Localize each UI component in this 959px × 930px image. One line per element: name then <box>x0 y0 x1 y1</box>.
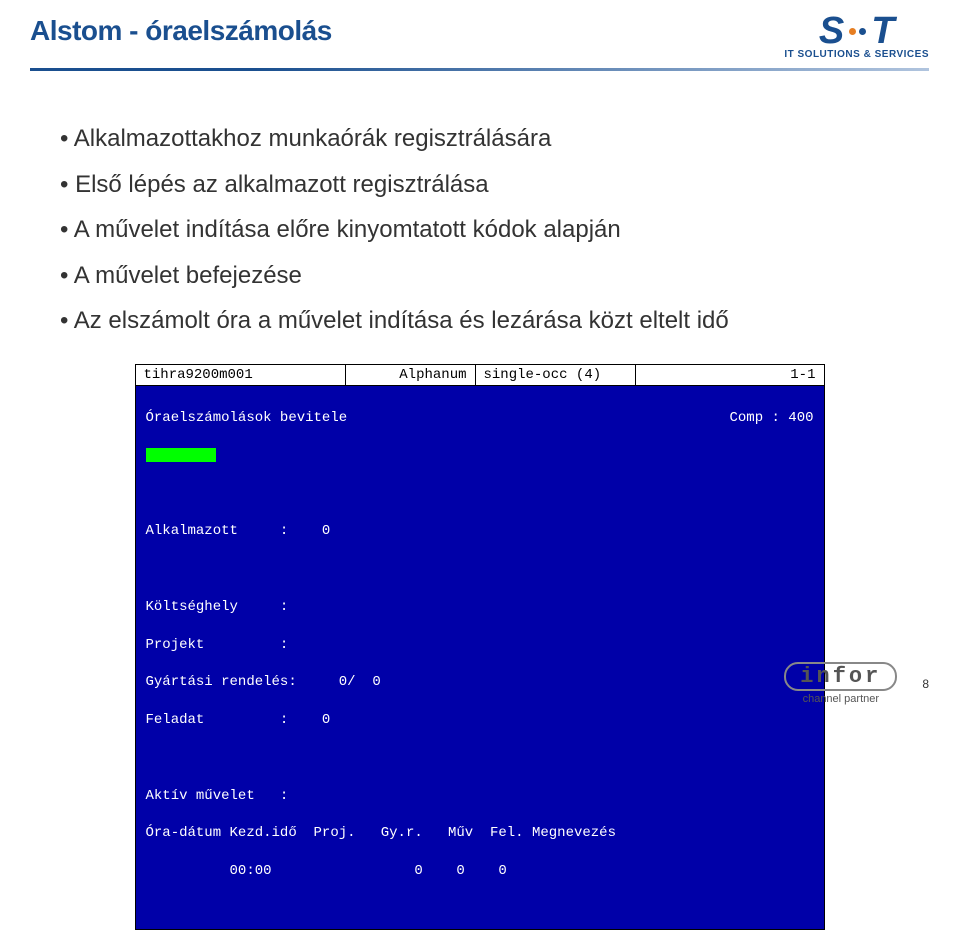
page-number: 8 <box>922 677 929 691</box>
terminal-screen-title: Óraelszámolások bevitele <box>146 409 348 428</box>
bullet-list: Alkalmazottakhoz munkaórák regisztrálásá… <box>60 116 899 344</box>
slide-content: Alkalmazottakhoz munkaórák regisztrálásá… <box>0 71 959 930</box>
status-pos: 1-1 <box>636 365 824 385</box>
status-mode: Alphanum <box>346 365 476 385</box>
logo-dot-orange <box>849 28 856 35</box>
slide-header: Alstom - óraelszámolás S T IT SOLUTIONS … <box>0 0 959 60</box>
st-logo-main: S T <box>784 10 929 53</box>
status-occ: single-occ (4) <box>476 365 636 385</box>
field-row: 00:00 0 0 0 <box>146 862 814 881</box>
field-gyartasi: Gyártási rendelés: 0/ 0 <box>146 673 814 692</box>
terminal-cursor-line <box>146 447 814 466</box>
terminal-blank <box>146 749 814 768</box>
slide-title: Alstom - óraelszámolás <box>30 15 332 47</box>
bullet-item: A művelet befejezése <box>60 253 899 299</box>
terminal-blank <box>146 484 814 503</box>
logo-dot-blue <box>859 28 866 35</box>
infor-logo: infor channel partner <box>784 662 897 705</box>
field-headers: Óra-dátum Kezd.idő Proj. Gy.r. Műv Fel. … <box>146 824 814 843</box>
logo-tagline: IT SOLUTIONS & SERVICES <box>784 49 929 60</box>
slide-footer: infor channel partner 8 <box>784 662 929 705</box>
bullet-item: Alkalmazottakhoz munkaórák regisztrálásá… <box>60 116 899 162</box>
infor-logo-text: infor <box>784 662 897 691</box>
cursor-icon <box>146 448 216 462</box>
terminal-blank <box>146 560 814 579</box>
infor-logo-sub: channel partner <box>784 693 897 705</box>
field-feladat: Feladat : 0 <box>146 711 814 730</box>
bullet-item: Az elszámolt óra a művelet indítása és l… <box>60 298 899 344</box>
status-session: tihra9200m001 <box>136 365 346 385</box>
field-alkalmazott: Alkalmazott : 0 <box>146 522 814 541</box>
field-projekt: Projekt : <box>146 636 814 655</box>
field-aktiv: Aktív művelet : <box>146 787 814 806</box>
terminal-comp-label: Comp : 400 <box>729 409 813 428</box>
field-koltseghely: Költséghely : <box>146 598 814 617</box>
logo-letter-t: T <box>871 10 894 53</box>
terminal-window: tihra9200m001 Alphanum single-occ (4) 1-… <box>135 364 825 930</box>
logo-dots <box>849 28 866 35</box>
terminal-title-row: Óraelszámolások bevitele Comp : 400 <box>146 409 814 428</box>
bullet-item: A művelet indítása előre kinyomtatott kó… <box>60 207 899 253</box>
terminal-body[interactable]: Óraelszámolások bevitele Comp : 400 Alkal… <box>136 386 824 929</box>
st-logo: S T IT SOLUTIONS & SERVICES <box>784 10 929 60</box>
bullet-item: Első lépés az alkalmazott regisztrálása <box>60 162 899 208</box>
logo-letter-s: S <box>819 10 844 53</box>
terminal-status-bar: tihra9200m001 Alphanum single-occ (4) 1-… <box>136 365 824 386</box>
